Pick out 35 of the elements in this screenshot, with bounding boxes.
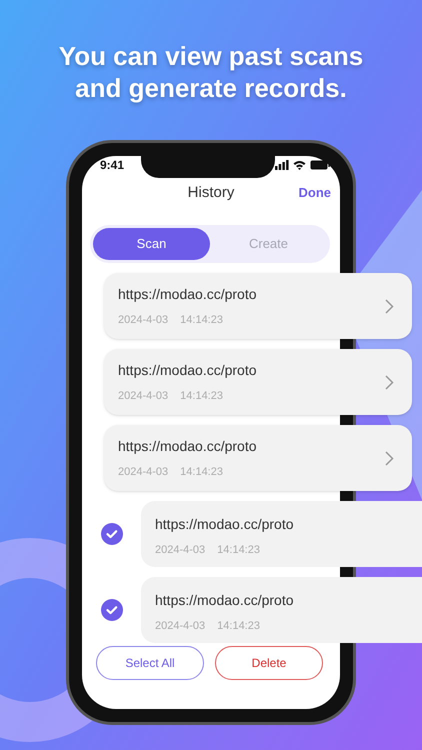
status-time: 9:41 <box>100 157 124 174</box>
record-url: https://modao.cc/proto <box>118 437 257 456</box>
headline: and generate records. <box>74 72 348 104</box>
record-url: https://modao.cc/proto <box>155 591 295 610</box>
segment-tab[interactable]: Scan <box>93 228 210 260</box>
record-url: https://modao.cc/proto <box>118 285 257 304</box>
record-card[interactable]: https://modao.cc/proto 2024-4-03 14:14:23 <box>104 349 412 415</box>
record-time: 14:14:23 <box>180 313 223 328</box>
checked-icon[interactable] <box>100 523 122 545</box>
chevron-right-icon <box>385 450 394 466</box>
record-card[interactable]: https://modao.cc/proto 2024-4-03 14:14:23 <box>141 577 422 643</box>
wifi-icon <box>293 160 306 170</box>
done-button[interactable]: Done <box>298 183 331 203</box>
record-time: 14:14:23 <box>217 543 260 558</box>
record-card[interactable]: https://modao.cc/proto 2024-4-03 14:14:23 <box>104 273 412 339</box>
record-url: https://modao.cc/proto <box>155 515 295 534</box>
record-time: 14:14:23 <box>217 619 260 634</box>
chevron-right-icon <box>385 298 394 314</box>
record-date: 2024-4-03 <box>118 313 168 328</box>
record-card[interactable]: https://modao.cc/proto 2024-4-03 14:14:23 <box>104 425 412 491</box>
record-card[interactable]: https://modao.cc/proto 2024-4-03 14:14:23 <box>141 501 422 567</box>
nav-title: History <box>186 182 236 203</box>
record-date: 2024-4-03 <box>118 389 168 404</box>
checked-icon[interactable] <box>100 599 122 621</box>
headline: You can view past scans <box>58 40 364 72</box>
record-time: 14:14:23 <box>180 465 223 480</box>
select-all-button[interactable]: Select All <box>96 646 204 680</box>
delete-button[interactable]: Delete <box>215 646 323 680</box>
record-url: https://modao.cc/proto <box>118 361 257 380</box>
record-date: 2024-4-03 <box>155 619 206 634</box>
record-date: 2024-4-03 <box>118 465 168 480</box>
record-time: 14:14:23 <box>180 389 223 404</box>
chevron-right-icon <box>385 374 394 390</box>
record-date: 2024-4-03 <box>155 543 206 558</box>
battery-icon <box>310 160 330 170</box>
